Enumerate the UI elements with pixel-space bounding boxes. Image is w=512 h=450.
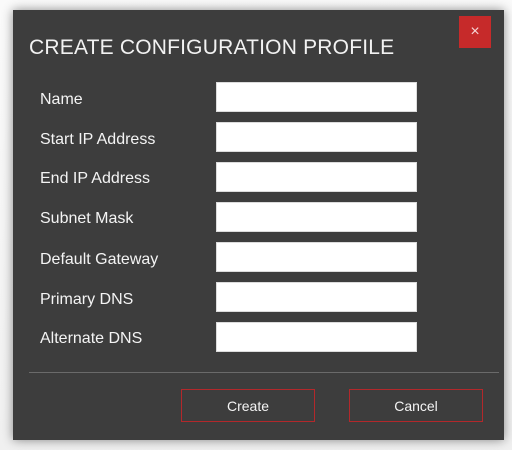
start-ip-field[interactable] (216, 122, 417, 152)
end-ip-label: End IP Address (40, 170, 150, 187)
cancel-button[interactable]: Cancel (349, 389, 483, 422)
close-button[interactable]: × (459, 16, 491, 48)
name-field[interactable] (216, 82, 417, 112)
start-ip-label: Start IP Address (40, 131, 156, 148)
alternate-dns-label: Alternate DNS (40, 330, 143, 347)
screen-background: CREATE CONFIGURATION PROFILE × Name Star… (0, 0, 512, 450)
create-button[interactable]: Create (181, 389, 315, 422)
create-profile-dialog: CREATE CONFIGURATION PROFILE × Name Star… (13, 10, 504, 440)
default-gateway-field[interactable] (216, 242, 417, 272)
primary-dns-label: Primary DNS (40, 291, 134, 308)
subnet-mask-label: Subnet Mask (40, 210, 134, 227)
alternate-dns-field[interactable] (216, 322, 417, 352)
footer-divider (29, 372, 499, 373)
name-label: Name (40, 91, 83, 108)
close-icon: × (470, 23, 480, 40)
primary-dns-field[interactable] (216, 282, 417, 312)
dialog-title: CREATE CONFIGURATION PROFILE (29, 36, 395, 59)
default-gateway-label: Default Gateway (40, 251, 159, 268)
end-ip-field[interactable] (216, 162, 417, 192)
subnet-mask-field[interactable] (216, 202, 417, 232)
